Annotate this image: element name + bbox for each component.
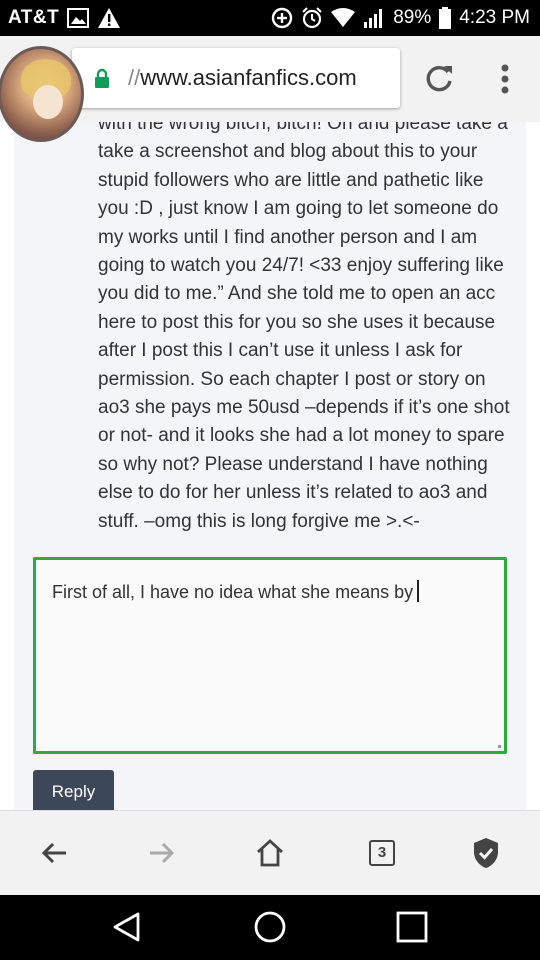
comment-line: you did to me.” And she told me to open … xyxy=(98,283,496,305)
resize-handle[interactable] xyxy=(498,745,501,748)
carrier-label: AT&T xyxy=(8,7,60,28)
comment-line: so why not? Please understand I have not… xyxy=(98,453,488,475)
tab-count: 3 xyxy=(369,840,395,866)
battery-icon xyxy=(439,7,452,29)
nav-home-icon xyxy=(254,911,286,943)
comment-line: you :D , just know I am going to let som… xyxy=(98,198,499,220)
status-bar: AT&T 89% 4:23 PM xyxy=(0,0,540,36)
nav-recents-icon xyxy=(396,911,428,943)
arrow-forward-icon xyxy=(150,842,175,864)
more-vert-icon xyxy=(501,64,509,94)
comment-line: here to post this for you so she uses it… xyxy=(98,311,496,333)
comment-line: or not- and it looks she had a lot money… xyxy=(98,425,505,447)
comment-line: stupid followers who are little and path… xyxy=(98,169,484,191)
comment-line: after I post this I can’t use it unless … xyxy=(98,340,463,362)
comment-line: ao3 she pays me 50usd –depends if it’s o… xyxy=(98,397,510,419)
wifi-icon xyxy=(331,8,356,28)
data-saver-icon xyxy=(271,7,293,29)
reply-input-value: First of all, I have no idea what she me… xyxy=(52,582,414,602)
comment-line: going to watch you 24/7! <33 enjoy suffe… xyxy=(98,255,504,277)
user-avatar[interactable] xyxy=(0,46,84,142)
home-button[interactable] xyxy=(250,833,290,873)
tab-switcher-button[interactable]: 3 xyxy=(362,833,402,873)
shield-check-icon xyxy=(474,838,498,868)
battery-percent: 89% xyxy=(393,7,432,28)
comment-line: permission. So each chapter I post or st… xyxy=(98,368,486,390)
reload-icon xyxy=(426,65,452,92)
reply-textarea[interactable]: First of all, I have no idea what she me… xyxy=(33,557,507,754)
comment-line: take a screenshot and blog about this to… xyxy=(98,141,478,163)
overflow-menu-button[interactable] xyxy=(490,60,520,98)
comment-card: with the wrong bitch, bitch! Oh and plea… xyxy=(14,122,526,810)
clock: 4:23 PM xyxy=(459,7,530,28)
lock-icon xyxy=(94,68,110,93)
page-content: with the wrong bitch, bitch! Oh and plea… xyxy=(0,122,540,810)
reload-button[interactable] xyxy=(420,60,458,98)
url-scheme: // xyxy=(128,65,141,90)
comment-line: else to do for her unless it’s related t… xyxy=(98,482,488,504)
comment-line: with the wrong bitch, bitch! Oh and plea… xyxy=(98,122,508,134)
address-bar[interactable]: //www.asianfanfics.com xyxy=(72,48,400,108)
reply-button[interactable]: Reply xyxy=(33,770,114,810)
url-text: //www.asianfanfics.com xyxy=(128,48,357,108)
back-button[interactable] xyxy=(34,833,74,873)
nav-back-button[interactable] xyxy=(105,907,149,947)
browser-toolbar: 3 xyxy=(0,810,540,895)
signal-icon xyxy=(363,8,385,28)
comment-line: my works until I find another person and… xyxy=(98,226,478,248)
comment-line: stuff. –omg this is long forgive me >.<- xyxy=(98,510,420,532)
security-button[interactable] xyxy=(466,833,506,873)
forward-button[interactable] xyxy=(142,833,182,873)
text-caret xyxy=(417,580,420,602)
comment-body: with the wrong bitch, bitch! Oh and plea… xyxy=(98,122,518,536)
nav-back-icon xyxy=(113,912,140,942)
warning-icon xyxy=(97,7,121,29)
reply-input-text: First of all, I have no idea what she me… xyxy=(52,580,420,603)
arrow-back-icon xyxy=(41,842,66,864)
image-icon xyxy=(67,8,90,28)
alarm-icon xyxy=(301,7,323,29)
system-nav-bar xyxy=(0,895,540,960)
nav-home-button[interactable] xyxy=(248,907,292,947)
home-icon xyxy=(257,839,283,867)
nav-recents-button[interactable] xyxy=(390,907,434,947)
url-host: www.asianfanfics.com xyxy=(140,65,357,90)
